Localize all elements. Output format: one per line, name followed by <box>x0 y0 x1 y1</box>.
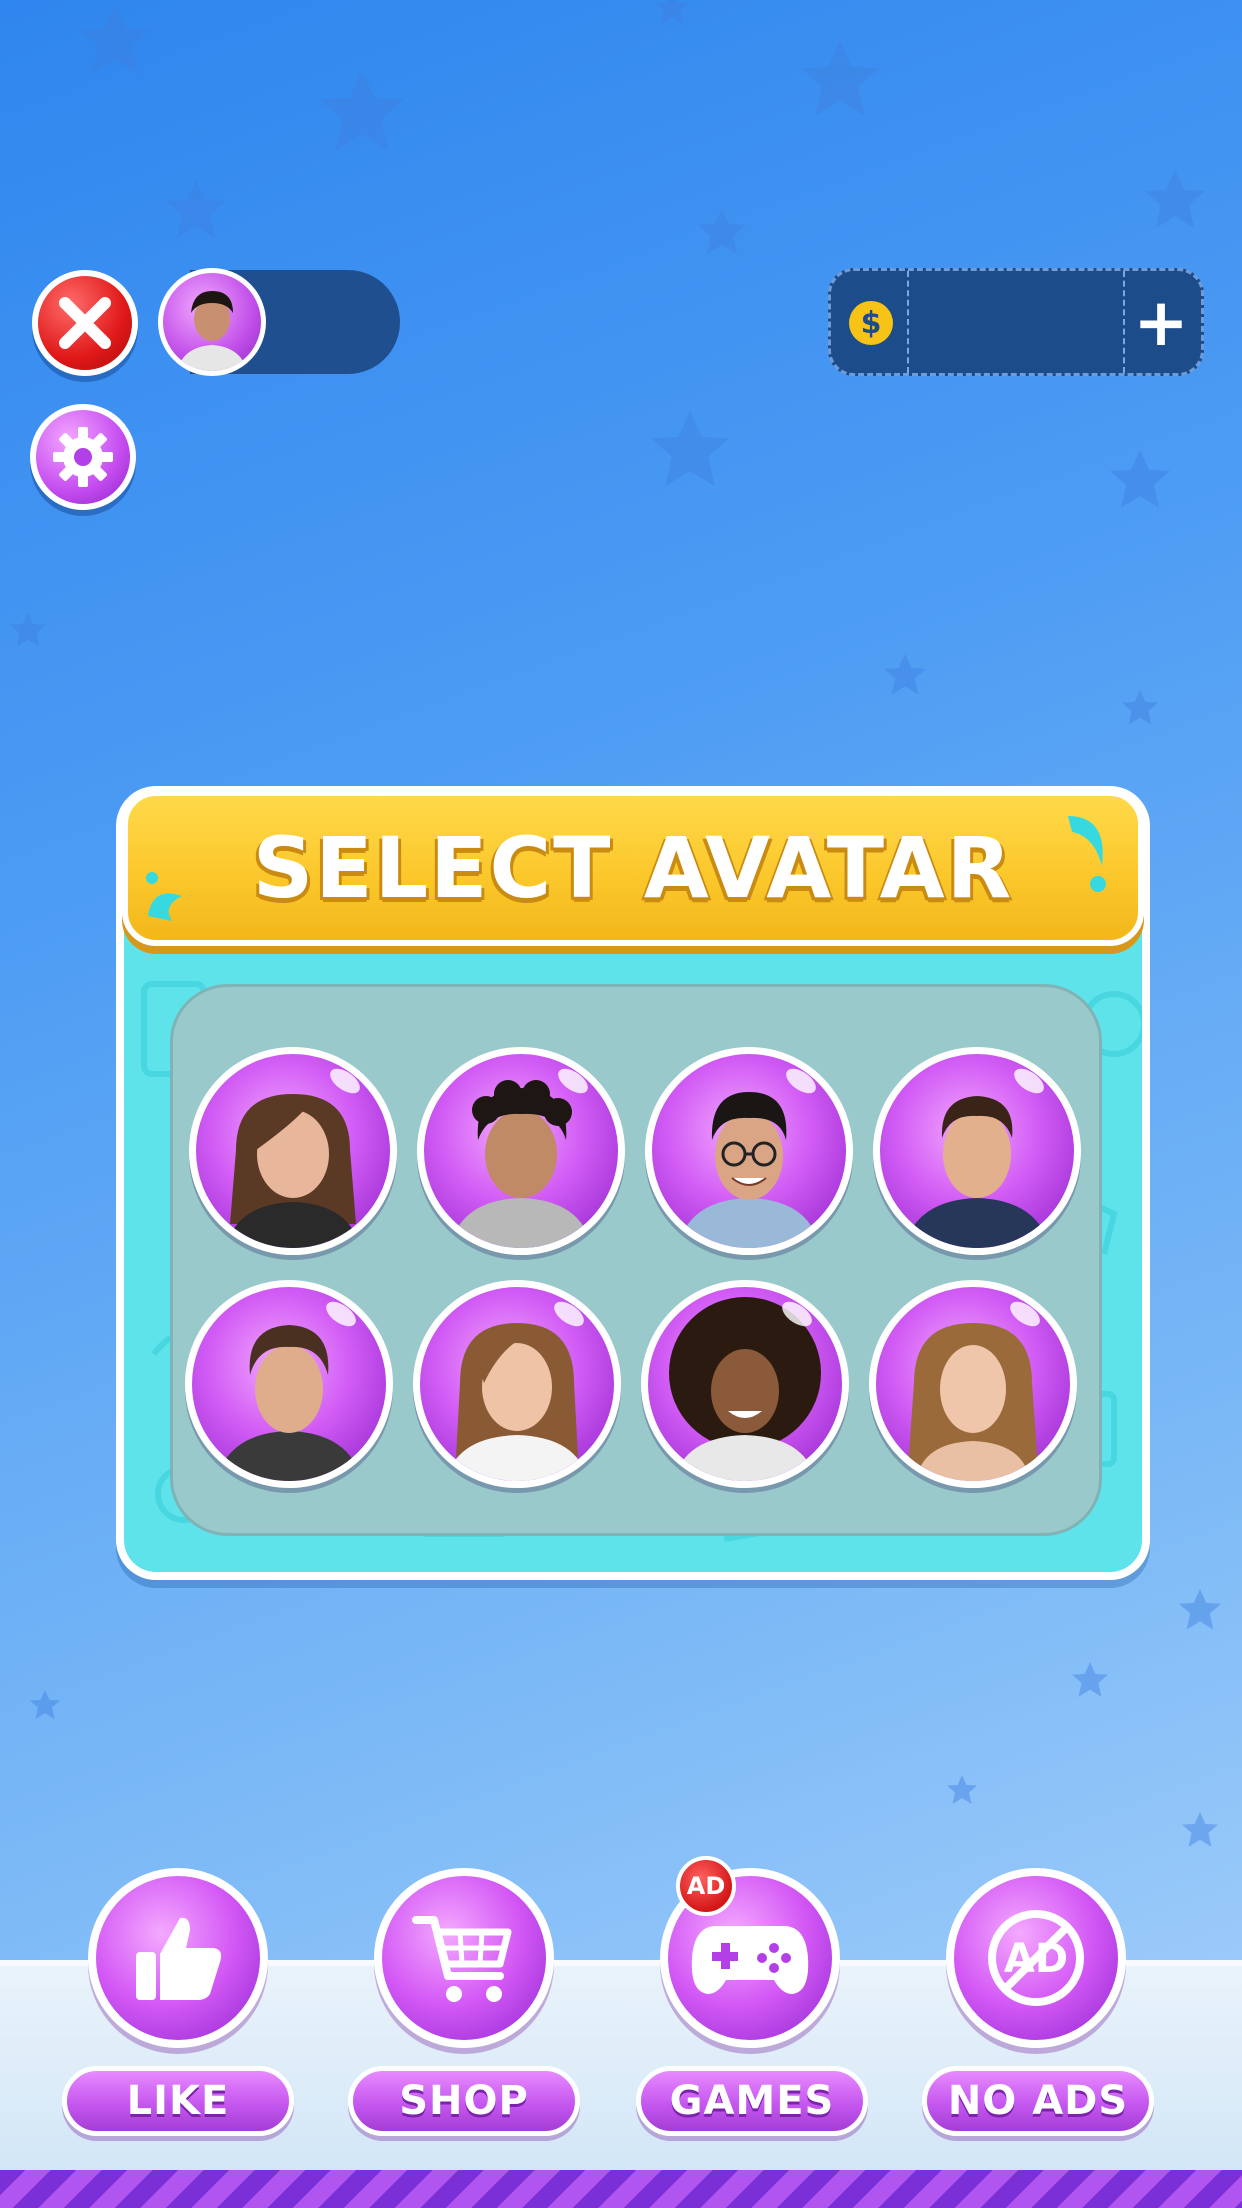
avatar-portrait-5 <box>216 1325 362 1481</box>
coin-icon: $ <box>849 301 893 345</box>
games-label-button[interactable]: GAMES <box>636 2066 868 2136</box>
shop-button[interactable] <box>374 1868 554 2048</box>
like-label: LIKE <box>126 2078 230 2124</box>
avatar-portrait-6 <box>446 1323 588 1481</box>
current-avatar[interactable] <box>158 268 266 376</box>
gear-icon <box>53 427 113 487</box>
bottom-stripe <box>0 2170 1242 2208</box>
avatar-portrait <box>177 291 247 371</box>
avatar-portrait-8 <box>908 1323 1038 1481</box>
splash-decoration-right <box>1068 816 1106 892</box>
shop-label-button[interactable]: SHOP <box>348 2066 580 2136</box>
avatar-option-2[interactable] <box>417 1047 625 1255</box>
avatar-option-4[interactable] <box>873 1047 1081 1255</box>
avatar-option-7[interactable] <box>641 1280 849 1488</box>
avatar-portrait-2 <box>450 1080 592 1248</box>
no-ads-label: NO ADS <box>947 2078 1129 2124</box>
like-button[interactable] <box>88 1868 268 2048</box>
avatar-portrait-1 <box>226 1094 360 1248</box>
splash-decoration-left <box>146 872 182 921</box>
settings-button[interactable] <box>30 404 136 510</box>
coin-divider-right <box>1123 271 1125 373</box>
close-icon <box>59 297 111 349</box>
no-ads-icon-text: AD <box>1004 1936 1068 1982</box>
coin-symbol: $ <box>860 305 882 341</box>
like-label-button[interactable]: LIKE <box>62 2066 294 2136</box>
thumbs-up-icon <box>136 1917 222 2000</box>
gamepad-icon <box>691 1926 809 1994</box>
avatar-portrait-3 <box>678 1092 820 1248</box>
no-ads-label-button[interactable]: NO ADS <box>922 2066 1154 2136</box>
avatar-option-3[interactable] <box>645 1047 853 1255</box>
games-label: GAMES <box>669 2078 835 2124</box>
coin-balance-bar: $ + <box>828 268 1204 376</box>
coin-divider-left <box>907 271 909 373</box>
shop-label: SHOP <box>399 2078 529 2124</box>
shopping-cart-icon <box>412 1916 512 2002</box>
avatar-portrait-7 <box>669 1297 821 1481</box>
select-avatar-banner: SELECT AVATAR <box>122 790 1144 946</box>
no-ads-button[interactable]: AD <box>946 1868 1126 2048</box>
panel-title: SELECT AVATAR <box>252 819 1014 917</box>
add-coins-button[interactable]: + <box>1131 283 1191 363</box>
avatar-option-6[interactable] <box>413 1280 621 1488</box>
avatar-portrait-4 <box>904 1096 1050 1248</box>
plus-icon: + <box>1133 284 1189 361</box>
no-ads-icon: AD <box>988 1910 1084 2006</box>
avatar-option-5[interactable] <box>185 1280 393 1488</box>
ad-badge-label: AD <box>686 1872 726 1900</box>
ad-badge: AD <box>676 1856 736 1916</box>
close-button[interactable] <box>32 270 138 376</box>
avatar-option-1[interactable] <box>189 1047 397 1255</box>
avatar-option-8[interactable] <box>869 1280 1077 1488</box>
